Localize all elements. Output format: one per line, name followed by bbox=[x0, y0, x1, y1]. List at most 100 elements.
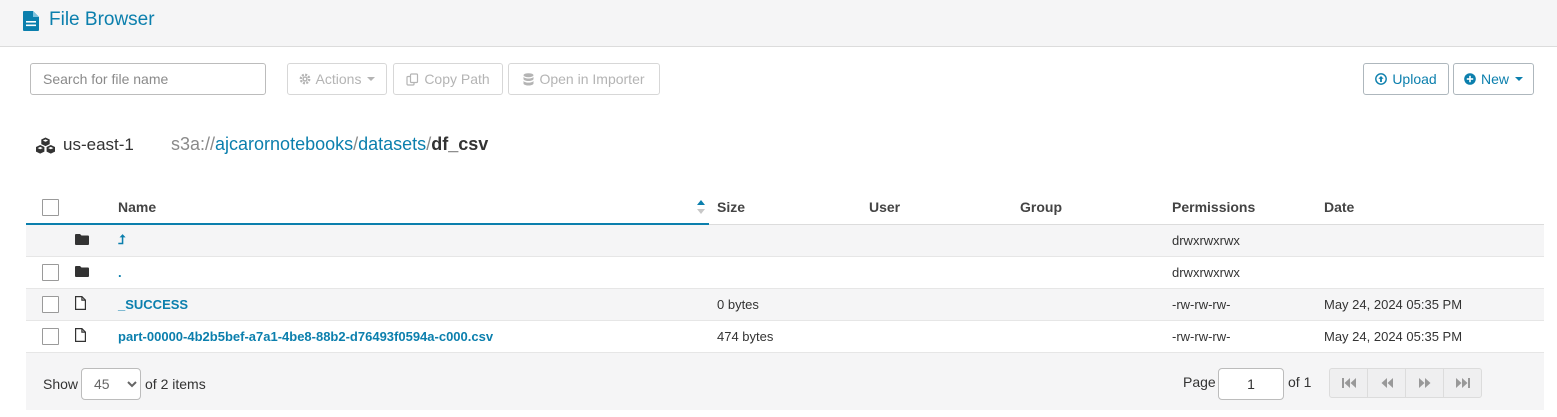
row-checkbox[interactable] bbox=[42, 295, 59, 313]
pagination-footer: Show 45 of 2 items Page of 1 bbox=[26, 353, 1544, 410]
gear-icon bbox=[299, 73, 310, 85]
open-in-importer-button[interactable]: Open in Importer bbox=[508, 63, 660, 95]
row-date: May 24, 2024 05:35 PM bbox=[1316, 288, 1544, 321]
plus-circle-icon bbox=[1464, 73, 1476, 85]
date-column-label: Date bbox=[1324, 198, 1355, 215]
chevron-down-icon bbox=[1515, 77, 1523, 81]
row-user bbox=[861, 320, 1012, 353]
folder-icon bbox=[75, 233, 89, 245]
size-column-header[interactable]: Size bbox=[709, 190, 861, 225]
table-row[interactable]: part-00000-4b2b5bef-a7a1-4be8-88b2-d7649… bbox=[26, 320, 1544, 353]
last-page-icon bbox=[1455, 378, 1470, 388]
actions-button[interactable]: Actions bbox=[287, 63, 387, 95]
show-label: Show bbox=[43, 376, 79, 392]
row-select-cell bbox=[26, 224, 75, 257]
row-group bbox=[1012, 288, 1164, 321]
row-group bbox=[1012, 320, 1164, 353]
sort-ascending-icon bbox=[697, 200, 705, 214]
row-icon-cell bbox=[75, 224, 110, 257]
group-column-label: Group bbox=[1020, 198, 1062, 215]
upload-label: Upload bbox=[1392, 71, 1437, 87]
file-icon bbox=[75, 295, 86, 310]
row-group bbox=[1012, 256, 1164, 289]
table-row[interactable]: _SUCCESS 0 bytes -rw-rw-rw- May 24, 2024… bbox=[26, 288, 1544, 321]
next-page-button[interactable] bbox=[1405, 368, 1444, 398]
breadcrumb: s3a://ajcarornotebooks/datasets/df_csv bbox=[171, 134, 488, 155]
row-date: May 24, 2024 05:35 PM bbox=[1316, 320, 1544, 353]
row-select-cell bbox=[26, 256, 75, 289]
current-directory-link[interactable]: . bbox=[118, 265, 122, 280]
row-size: 0 bytes bbox=[709, 288, 861, 321]
row-permissions: drwxrwxrwx bbox=[1164, 256, 1316, 289]
database-icon bbox=[523, 72, 534, 85]
page-number-input[interactable] bbox=[1218, 368, 1284, 400]
user-column-header[interactable]: User bbox=[861, 190, 1012, 225]
row-select-cell bbox=[26, 320, 75, 353]
size-column-label: Size bbox=[717, 198, 746, 215]
row-permissions: drwxrwxrwx bbox=[1164, 224, 1316, 257]
new-label: New bbox=[1480, 71, 1509, 87]
row-name-cell: . bbox=[110, 256, 709, 289]
group-column-header[interactable]: Group bbox=[1012, 190, 1164, 225]
actions-label: Actions bbox=[315, 71, 362, 87]
date-column-header[interactable]: Date bbox=[1316, 190, 1544, 225]
row-user bbox=[861, 288, 1012, 321]
row-name-cell: _SUCCESS bbox=[110, 288, 709, 321]
file-link[interactable]: part-00000-4b2b5bef-a7a1-4be8-88b2-d7649… bbox=[118, 329, 493, 344]
last-page-button[interactable] bbox=[1443, 368, 1482, 398]
previous-page-button[interactable] bbox=[1367, 368, 1406, 398]
breadcrumb-scheme: s3a:// bbox=[171, 134, 216, 154]
row-size bbox=[709, 256, 861, 289]
folder-icon bbox=[75, 265, 89, 277]
breadcrumb-segment-bucket[interactable]: ajcarornotebooks bbox=[215, 134, 353, 154]
page-count-label: of 1 bbox=[1288, 374, 1312, 390]
permissions-column-header[interactable]: Permissions bbox=[1164, 190, 1316, 225]
row-date bbox=[1316, 256, 1544, 289]
cubes-icon bbox=[36, 137, 55, 154]
open-in-importer-label: Open in Importer bbox=[539, 71, 645, 87]
upload-button[interactable]: Upload bbox=[1363, 63, 1449, 95]
name-column-header[interactable]: Name bbox=[26, 190, 709, 225]
file-link[interactable]: _SUCCESS bbox=[118, 297, 188, 312]
page-label: Page bbox=[1183, 374, 1216, 390]
upload-circle-icon bbox=[1375, 73, 1388, 85]
copy-icon bbox=[406, 72, 419, 86]
copy-path-button[interactable]: Copy Path bbox=[393, 63, 503, 95]
name-column-label: Name bbox=[118, 198, 157, 215]
app-header: File Browser bbox=[0, 0, 1557, 47]
row-icon-cell bbox=[75, 320, 110, 353]
new-button[interactable]: New bbox=[1453, 63, 1534, 95]
breadcrumb-segment-datasets[interactable]: datasets bbox=[358, 134, 426, 154]
region-indicator: us-east-1 bbox=[35, 133, 134, 157]
row-size bbox=[709, 224, 861, 257]
select-all-cell bbox=[26, 190, 75, 225]
row-icon-cell bbox=[75, 256, 110, 289]
table-header-row: Name Size User Group Permissions Date bbox=[26, 190, 1544, 225]
user-column-label: User bbox=[869, 198, 901, 215]
row-user bbox=[861, 224, 1012, 257]
row-name-cell: part-00000-4b2b5bef-a7a1-4be8-88b2-d7649… bbox=[110, 320, 709, 353]
row-checkbox[interactable] bbox=[42, 327, 59, 345]
row-permissions: -rw-rw-rw- bbox=[1164, 320, 1316, 353]
first-page-button[interactable] bbox=[1329, 368, 1368, 398]
row-user bbox=[861, 256, 1012, 289]
next-page-icon bbox=[1418, 378, 1430, 388]
select-all-checkbox[interactable] bbox=[42, 198, 59, 216]
region-label: us-east-1 bbox=[63, 135, 134, 154]
row-date bbox=[1316, 224, 1544, 257]
file-table: Name Size User Group Permissions Date ⮥ … bbox=[26, 190, 1544, 353]
table-row[interactable]: ⮥ drwxrwxrwx bbox=[26, 224, 1544, 257]
search-input[interactable] bbox=[30, 63, 266, 95]
row-permissions: -rw-rw-rw- bbox=[1164, 288, 1316, 321]
page-size-select[interactable]: 45 bbox=[81, 368, 141, 400]
previous-page-icon bbox=[1381, 378, 1393, 388]
row-checkbox[interactable] bbox=[42, 263, 59, 281]
chevron-down-icon bbox=[367, 77, 376, 81]
row-name-cell: ⮥ bbox=[110, 224, 709, 257]
parent-directory-link[interactable]: ⮥ bbox=[118, 232, 126, 247]
document-icon bbox=[23, 11, 39, 31]
table-row[interactable]: . drwxrwxrwx bbox=[26, 256, 1544, 289]
copy-path-label: Copy Path bbox=[424, 71, 490, 87]
row-icon-cell bbox=[75, 288, 110, 321]
icon-column-header bbox=[75, 190, 110, 225]
